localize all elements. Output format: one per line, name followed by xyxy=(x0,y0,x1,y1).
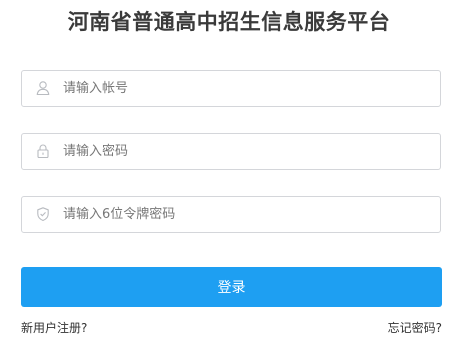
password-input[interactable] xyxy=(63,134,433,169)
register-link[interactable]: 新用户注册? xyxy=(21,320,87,336)
pin-input[interactable] xyxy=(63,197,433,232)
login-button[interactable]: 登录 xyxy=(21,267,442,307)
page-title: 河南省普通高中招生信息服务平台 xyxy=(67,10,391,34)
lock-icon xyxy=(35,143,51,159)
password-field[interactable] xyxy=(21,133,441,170)
shield-icon xyxy=(35,206,51,222)
pin-field[interactable] xyxy=(21,196,441,233)
user-icon xyxy=(35,80,51,96)
account-input[interactable] xyxy=(63,71,433,106)
forgot-password-link[interactable]: 忘记密码? xyxy=(388,320,442,336)
login-page: 河南省普通高中招生信息服务平台 登录 新用户注 xyxy=(0,0,458,353)
account-field[interactable] xyxy=(21,70,441,107)
